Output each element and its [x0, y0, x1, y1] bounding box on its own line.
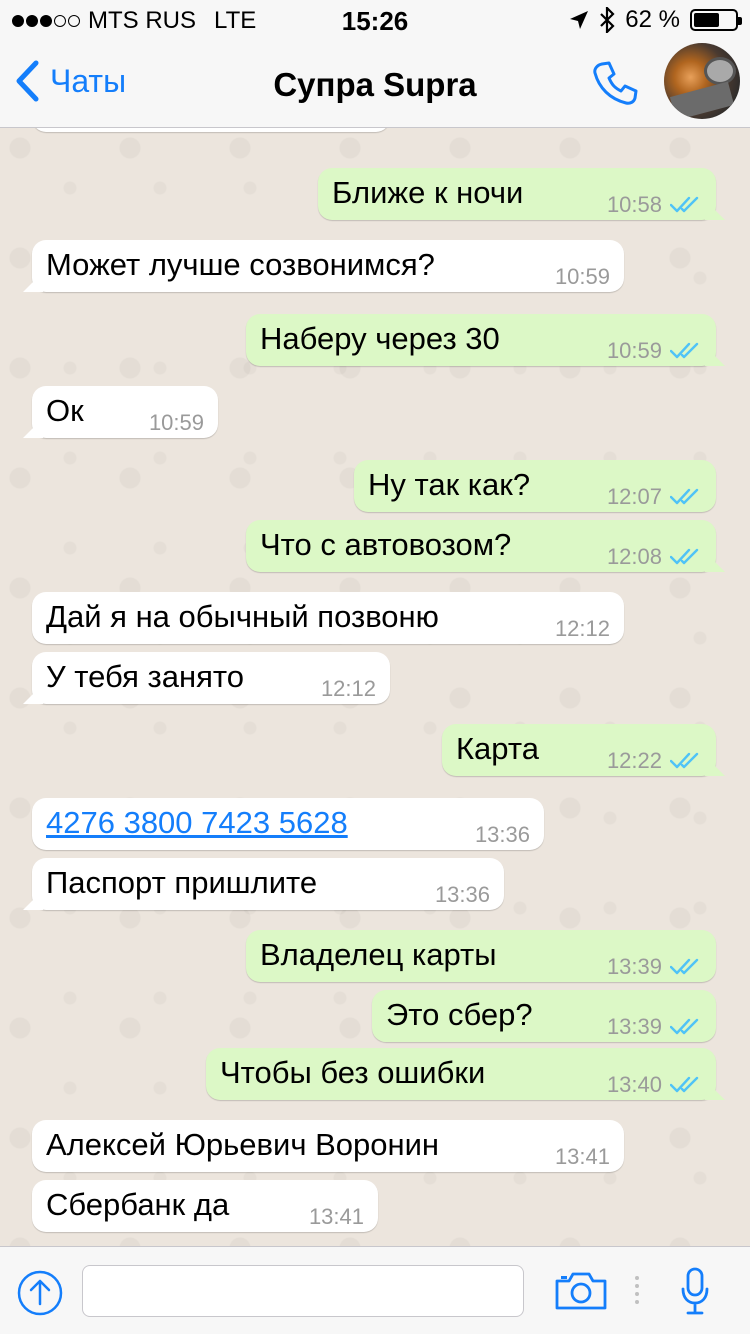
message-time: 10:59 — [606, 338, 662, 363]
message-time: 10:59 — [554, 264, 610, 289]
message-time: 12:12 — [554, 616, 610, 641]
message-time: 13:36 — [474, 822, 530, 847]
incoming-message[interactable]: Сбербанк да 13:41 — [32, 1180, 378, 1232]
message-text: Сбербанк да — [46, 1187, 230, 1222]
message-text: Может лучше созвонимся? — [46, 247, 435, 282]
incoming-message[interactable]: У тебя занято 12:12 — [32, 652, 390, 704]
message-time: 12:07 — [606, 484, 662, 509]
double-check-icon — [670, 548, 699, 565]
contact-avatar[interactable] — [664, 43, 740, 119]
double-check-icon — [670, 1076, 699, 1093]
camera-icon — [555, 1272, 607, 1310]
message-time: 10:58 — [321, 128, 376, 130]
outgoing-message[interactable]: Чтобы без ошибки 13:40 — [206, 1048, 716, 1100]
outgoing-message[interactable]: Это сбер? 13:39 — [372, 990, 716, 1042]
incoming-message[interactable]: Ок 10:59 — [32, 386, 218, 438]
incoming-message[interactable]: Паспорт пришлите 13:36 — [32, 858, 504, 910]
double-check-icon — [670, 488, 699, 505]
outgoing-message[interactable]: Что с автовозом? 12:08 — [246, 520, 716, 572]
phone-icon — [593, 61, 638, 105]
message-text: Карта — [456, 731, 539, 766]
attach-button[interactable] — [16, 1269, 64, 1322]
microphone-icon — [681, 1267, 709, 1315]
upload-arrow-icon — [17, 1270, 63, 1316]
message-time: 13:41 — [308, 1204, 364, 1229]
outgoing-message[interactable]: Ну так как? 12:07 — [354, 460, 716, 512]
battery-level-fill — [694, 13, 719, 27]
message-link[interactable]: 4276 3800 7423 5628 — [46, 797, 348, 849]
message-time: 13:41 — [554, 1144, 610, 1169]
message-time: 13:39 — [606, 1014, 662, 1039]
message-time: 10:58 — [606, 192, 662, 217]
incoming-message[interactable]: 4276 3800 7423 5628 13:36 — [32, 798, 544, 850]
message-text: Ну так как? — [368, 467, 531, 502]
outgoing-message[interactable]: Ближе к ночи 10:58 — [318, 168, 716, 220]
location-arrow-icon — [570, 11, 589, 29]
message-text: Чтобы без ошибки — [220, 1055, 486, 1090]
double-check-icon — [670, 342, 699, 359]
outgoing-message[interactable]: Наберу через 30 10:59 — [246, 314, 716, 366]
incoming-message[interactable]: Когда вылет? 10:58 — [32, 128, 390, 132]
message-text: Это сбер? — [386, 997, 533, 1032]
divider-dots-icon — [635, 1276, 639, 1304]
outgoing-message[interactable]: Карта 12:22 — [442, 724, 716, 776]
incoming-message[interactable]: Может лучше созвонимся? 10:59 — [32, 240, 624, 292]
message-text: Ок — [46, 393, 84, 428]
camera-button[interactable] — [554, 1271, 608, 1316]
message-text: Паспорт пришлите — [46, 865, 318, 900]
message-list[interactable]: Когда вылет? 10:58 Ближе к ночи 10:58 Может … — [0, 128, 750, 1246]
double-check-icon — [670, 958, 699, 975]
input-bar — [0, 1246, 750, 1334]
battery-icon — [690, 9, 742, 31]
chat-header: Чаты Супра Supra — [0, 40, 750, 128]
message-time: 10:59 — [148, 410, 204, 435]
microphone-button[interactable] — [680, 1267, 710, 1320]
message-text: У тебя занято — [46, 659, 244, 694]
message-text: Ближе к ночи — [332, 175, 524, 210]
battery-percent: 62 % — [625, 6, 680, 33]
message-time: 12:22 — [606, 748, 662, 773]
message-time: 13:40 — [606, 1072, 662, 1097]
incoming-message[interactable]: Дай я на обычный позвоню 12:12 — [32, 592, 624, 644]
bluetooth-icon — [600, 7, 615, 33]
status-bar: MTS RUS LTE 15:26 62 % — [0, 0, 750, 40]
double-check-icon — [670, 196, 699, 213]
message-time: 13:36 — [434, 882, 490, 907]
message-text: Дай я на обычный позвоню — [46, 599, 439, 634]
double-check-icon — [670, 752, 699, 769]
message-text: Наберу через 30 — [260, 321, 500, 356]
message-time: 12:12 — [320, 676, 376, 701]
message-time: 12:08 — [606, 544, 662, 569]
message-text: Когда вылет? — [46, 128, 240, 131]
incoming-message[interactable]: Алексей Юрьевич Воронин 13:41 — [32, 1120, 624, 1172]
message-text: Что с автовозом? — [260, 527, 512, 562]
message-time: 13:39 — [606, 954, 662, 979]
outgoing-message[interactable]: Владелец карты 13:39 — [246, 930, 716, 982]
call-button[interactable] — [590, 58, 640, 113]
message-text: Алексей Юрьевич Воронин — [46, 1127, 440, 1162]
status-right: 62 % — [569, 6, 742, 34]
message-text: Владелец карты — [260, 937, 497, 972]
message-input[interactable] — [82, 1265, 524, 1317]
double-check-icon — [670, 1018, 699, 1035]
